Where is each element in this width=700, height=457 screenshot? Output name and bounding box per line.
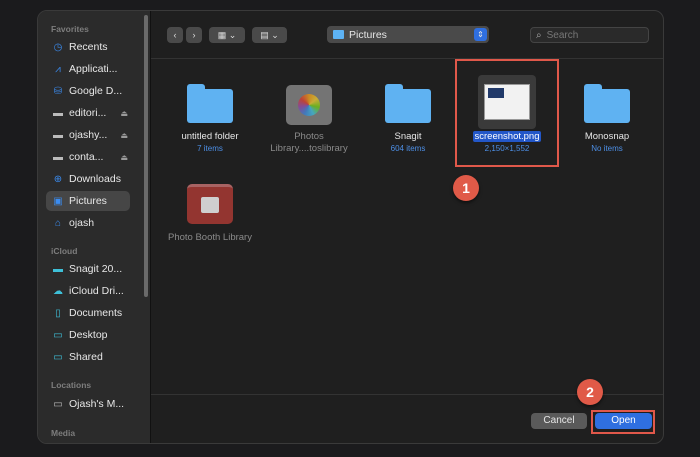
file-name: Photos Library....toslibrary bbox=[270, 131, 348, 154]
sidebar-item[interactable]: ◷ Recents bbox=[46, 37, 130, 57]
sidebar-item[interactable]: ▣ Pictures bbox=[46, 191, 130, 211]
sidebar-item[interactable]: ▬ Snagit 20... bbox=[46, 259, 130, 279]
file-item[interactable]: Snagit 604 items bbox=[363, 83, 453, 154]
document-icon: ▯ bbox=[55, 307, 61, 319]
section-icloud: iCloud bbox=[51, 246, 78, 256]
annotation-highlight-open bbox=[591, 410, 655, 434]
chevron-right-icon: › bbox=[192, 30, 196, 40]
photo-booth-icon bbox=[187, 184, 233, 224]
annotation-highlight-file bbox=[455, 59, 559, 167]
file-item[interactable]: Photo Booth Library bbox=[165, 184, 255, 244]
sidebar-item[interactable]: ☁ iCloud Dri... bbox=[46, 281, 130, 301]
file-name: Monosnap bbox=[584, 131, 630, 142]
sidebar-item-label: iCloud Dri... bbox=[69, 285, 124, 297]
sidebar-item-label: Google D... bbox=[69, 85, 123, 97]
sidebar-item-label: ojashy... bbox=[69, 129, 108, 141]
folder-icon: ▬ bbox=[53, 151, 63, 163]
sidebar-item-label: Recents bbox=[69, 41, 108, 53]
folder-icon bbox=[187, 84, 233, 123]
annotation-badge-2: 2 bbox=[577, 379, 603, 405]
view-mode-button[interactable]: ▦ ⌄ bbox=[209, 27, 245, 43]
sidebar-item[interactable]: ▭ Ojash's M... bbox=[46, 394, 130, 414]
search-icon: ⌕ bbox=[536, 29, 542, 41]
file-info: 604 items bbox=[390, 144, 426, 153]
chevron-left-icon: ‹ bbox=[173, 30, 177, 40]
sidebar-item[interactable]: ▬ ojashy... ⏏ bbox=[46, 125, 130, 145]
folder-icon: ▬ bbox=[53, 263, 63, 275]
drive-icon: ⛁ bbox=[53, 85, 63, 97]
annotation-badge-1: 1 bbox=[453, 175, 479, 201]
grid-icon: ▦ ⌄ bbox=[217, 29, 237, 40]
sidebar: Favorites ◷ Recents ⩘ Applicati... ⛁ Google D… bbox=[38, 11, 151, 443]
group-grid-icon: ▤ ⌄ bbox=[260, 29, 279, 40]
sidebar-item[interactable]: ⩘ Applicati... bbox=[46, 59, 130, 79]
download-icon: ⊕ bbox=[53, 173, 63, 185]
group-button[interactable]: ▤ ⌄ bbox=[252, 27, 287, 43]
file-item[interactable]: untitled folder 7 items bbox=[165, 83, 255, 154]
sidebar-item[interactable]: ⛁ Google D... bbox=[46, 81, 130, 101]
folder-icon bbox=[385, 84, 431, 123]
clock-icon: ◷ bbox=[53, 41, 63, 53]
sidebar-item-label: Downloads bbox=[69, 173, 121, 185]
file-open-dialog: Favorites ◷ Recents ⩘ Applicati... ⛁ Google D… bbox=[37, 10, 664, 444]
main-pane: ‹ › ▦ ⌄ ▤ ⌄ Pictures ⇕ ⌕ Search untitled f… bbox=[151, 11, 663, 443]
forward-button[interactable]: › bbox=[186, 27, 202, 43]
file-item[interactable]: Monosnap No items bbox=[562, 83, 652, 154]
location-popup[interactable]: Pictures ⇕ bbox=[327, 26, 489, 43]
location-label: Pictures bbox=[349, 28, 387, 41]
back-button[interactable]: ‹ bbox=[167, 27, 183, 43]
sidebar-item-label: Pictures bbox=[69, 195, 107, 207]
folder-icon bbox=[333, 30, 344, 39]
cancel-button[interactable]: Cancel bbox=[531, 413, 587, 429]
file-name: Snagit bbox=[394, 131, 422, 142]
shared-folder-icon: ▭ bbox=[53, 351, 63, 363]
sidebar-item-label: editori... bbox=[69, 107, 107, 119]
sidebar-item-label: Snagit 20... bbox=[69, 263, 123, 275]
folder-icon: ▬ bbox=[53, 129, 63, 141]
pictures-icon: ▣ bbox=[53, 195, 63, 207]
search-placeholder: Search bbox=[546, 29, 579, 41]
photos-library-icon bbox=[286, 85, 332, 125]
folder-icon bbox=[584, 84, 630, 123]
stepper-icon: ⇕ bbox=[474, 28, 487, 41]
file-name: Photo Booth Library bbox=[168, 232, 252, 243]
sidebar-item[interactable]: ▬ editori... ⏏ bbox=[46, 103, 130, 123]
file-info: No items bbox=[591, 144, 623, 153]
eject-icon[interactable]: ⏏ bbox=[120, 109, 128, 118]
home-icon: ⌂ bbox=[54, 217, 62, 229]
sidebar-item-label: Desktop bbox=[69, 329, 108, 341]
desktop-icon: ▭ bbox=[53, 329, 63, 341]
eject-icon[interactable]: ⏏ bbox=[120, 153, 128, 162]
sidebar-item[interactable]: ⌂ ojash bbox=[46, 213, 130, 233]
apps-icon: ⩘ bbox=[55, 63, 61, 75]
sidebar-item-label: conta... bbox=[69, 151, 104, 163]
folder-icon: ▬ bbox=[53, 107, 63, 119]
file-name: untitled folder bbox=[181, 131, 239, 142]
section-media: Media bbox=[51, 428, 76, 438]
laptop-icon: ▭ bbox=[53, 398, 63, 410]
sidebar-item-label: Documents bbox=[69, 307, 123, 319]
toolbar: ‹ › ▦ ⌄ ▤ ⌄ Pictures ⇕ ⌕ Search bbox=[151, 11, 663, 59]
sidebar-item-label: Shared bbox=[69, 351, 103, 363]
sidebar-item[interactable]: ▭ Shared bbox=[46, 347, 130, 367]
sidebar-item[interactable]: ⊕ Downloads bbox=[46, 169, 130, 189]
sidebar-item[interactable]: ▬ conta... ⏏ bbox=[46, 147, 130, 167]
file-info: 7 items bbox=[197, 144, 223, 153]
section-favorites: Favorites bbox=[51, 24, 89, 34]
sidebar-item-label: Applicati... bbox=[69, 63, 118, 75]
eject-icon[interactable]: ⏏ bbox=[120, 131, 128, 140]
section-locations: Locations bbox=[51, 380, 92, 390]
sidebar-item[interactable]: ▭ Desktop bbox=[46, 325, 130, 345]
search-input[interactable]: ⌕ Search bbox=[530, 27, 649, 43]
sidebar-item[interactable]: ▯ Documents bbox=[46, 303, 130, 323]
file-item[interactable]: Photos Library....toslibrary bbox=[264, 83, 354, 155]
sidebar-scrollbar[interactable] bbox=[144, 15, 148, 297]
cloud-icon: ☁ bbox=[53, 285, 63, 297]
sidebar-item-label: ojash bbox=[69, 217, 95, 229]
sidebar-item-label: Ojash's M... bbox=[69, 398, 125, 410]
